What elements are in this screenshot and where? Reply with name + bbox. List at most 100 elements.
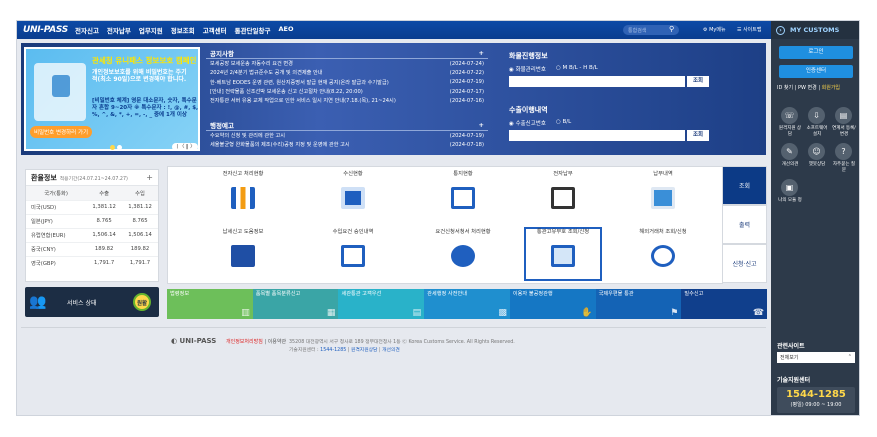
tab-application[interactable]: 신청·신고 xyxy=(723,244,767,283)
search-icon[interactable]: ⚲ xyxy=(669,25,674,33)
my-customs-panel: › MY CUSTOMS 로그인 인증센터 ID 찾기 | PW 변경 | 회원… xyxy=(771,21,859,415)
admin-notice-title: 행정예고 xyxy=(210,121,234,130)
nav-electronic-declaration[interactable]: 전자신고 xyxy=(75,25,99,35)
footer-contact: 기술지원센터 : 1544-1285 | 원격지원상담 | 개선의견 xyxy=(289,348,400,353)
service-electronic-payment[interactable]: 전자납부 xyxy=(524,171,602,209)
pie-chart-icon xyxy=(451,245,475,267)
bot-icon[interactable]: ☺ xyxy=(808,143,825,160)
plus-icon[interactable]: + xyxy=(146,173,153,182)
status-badge: 원활 xyxy=(133,293,151,311)
footer-remote-link[interactable]: 원격지원상담 xyxy=(351,348,377,353)
my-menu-label: My메뉴 xyxy=(709,27,726,33)
book-icon: ▥ xyxy=(241,308,250,318)
service-status-label: 서비스 상태 xyxy=(67,300,97,307)
campaign-banner[interactable]: 관세청 유니패스 정보보호 캠페인 개인정보보호를 위해 비밀번호는 주기적(최… xyxy=(24,47,200,151)
plus-icon[interactable]: + xyxy=(479,49,484,57)
related-sites-select[interactable]: 전체보기 ⌃ xyxy=(777,352,855,363)
table-row: 미국(USD) 1,381.12 1,381.12 xyxy=(26,199,158,214)
box-icon: ▦ xyxy=(326,308,336,318)
banner-title: 관세청 유니패스 정보보호 캠페인 xyxy=(92,56,197,65)
service-customs-code[interactable]: 통관고유부호 조회/신청 xyxy=(524,227,602,281)
headset-icon[interactable]: ☏ xyxy=(781,107,798,124)
terms-link[interactable]: 이용약관 xyxy=(268,339,286,345)
export-number-input[interactable] xyxy=(509,130,685,141)
edit-document-icon xyxy=(341,245,365,267)
my-customs-header: › MY CUSTOMS xyxy=(771,21,859,39)
service-tax-help[interactable]: 납세신고 도움정보 xyxy=(204,229,282,267)
shortcut-law-info[interactable]: 법령정보 ▥ xyxy=(167,289,253,319)
module-icon[interactable]: ▣ xyxy=(781,179,798,196)
cert-center-button[interactable]: 인증센터 xyxy=(779,65,853,78)
banner-dot[interactable] xyxy=(117,145,122,150)
notice-item[interactable]: 보세공장 보세운송 자동수리 요건 변경 (2024-07-24) xyxy=(206,59,488,68)
change-pw-link[interactable]: PW 변경 xyxy=(798,85,817,91)
plus-icon[interactable]: + xyxy=(479,121,484,129)
login-button[interactable]: 로그인 xyxy=(779,46,853,59)
footer-logo-text: UNI-PASS xyxy=(179,337,217,345)
tab-print[interactable]: 출력 xyxy=(723,205,767,244)
banner-dot[interactable] xyxy=(110,145,115,150)
shortcut-smuggling-report[interactable]: 밀수신고 ☎ xyxy=(681,289,768,319)
nav-aeo[interactable]: AEO xyxy=(279,25,294,35)
service-receive-status[interactable]: 수신현황 xyxy=(314,171,392,209)
unipass-logo[interactable]: UNI-PASS xyxy=(17,25,75,35)
shortcut-label: 밀수신고 xyxy=(684,291,704,297)
export-bl-radio[interactable]: B/L xyxy=(556,119,572,127)
export-search-button[interactable]: 조회 xyxy=(687,130,709,141)
service-overseas-partner[interactable]: 해외거래처 조회/신청 xyxy=(624,229,702,267)
notice-item[interactable]: 2024년 2/4분기 법규준수도 공개 및 의견제출 안내 (2024-07-2… xyxy=(206,68,488,77)
notice-item[interactable]: 한-베트남 EODES 운영 관련, 원산지증명서 발급 현재 공지(온라 발급… xyxy=(206,78,488,87)
nav-electronic-payment[interactable]: 전자납부 xyxy=(107,25,131,35)
admin-notice-item[interactable]: 수요약의 신청 및 관리에 관한 고시 (2024-07-19) xyxy=(206,131,488,140)
footer-feedback-link[interactable]: 개선의견 xyxy=(382,348,400,353)
privacy-policy-link[interactable]: 개인정보처리방침 xyxy=(226,339,263,345)
banner-controls[interactable]: ㅣ〈 ‖ 〉 xyxy=(172,143,198,151)
import-rate-cell: 1,381.12 xyxy=(122,199,158,214)
cargo-search-button[interactable]: 조회 xyxy=(687,76,709,87)
admin-notice-item[interactable]: 세율불균형 완화물품의 제조(수리)공정 지정 및 운영에 관한 고시 (2024… xyxy=(206,140,488,149)
my-menu-button[interactable]: ⚙ My메뉴 xyxy=(703,26,726,33)
export-rate-cell: 1,506.14 xyxy=(86,227,123,242)
cargo-number-input[interactable] xyxy=(509,76,685,87)
service-requirement-status[interactable]: 요건신청서청서 처리현황 xyxy=(424,229,502,267)
shortcut-label: 국제우편물 통관 xyxy=(598,291,634,297)
nav-info-inquiry[interactable]: 정보조회 xyxy=(171,25,195,35)
table-header-row: 국가(통화) 수출 수입 xyxy=(26,186,158,200)
currency-cell: 미국(USD) xyxy=(26,199,87,214)
question-icon[interactable]: ? xyxy=(835,143,852,160)
admin-notice-text: 수요약의 신청 및 관리에 관한 고시 xyxy=(210,133,286,140)
footer-phone: 1544-1285 xyxy=(320,348,347,353)
find-id-link[interactable]: ID 찾기 xyxy=(777,85,793,91)
shortcut-label: 세관통관 고객우선 xyxy=(341,291,382,297)
shortcut-unfair-practice[interactable]: 이용자 불공정관행 ✋ xyxy=(509,289,596,319)
export-rate-cell: 1,791.7 xyxy=(86,255,123,270)
chat-icon[interactable]: ✎ xyxy=(781,143,798,160)
shortcut-bar: 법령정보 ▥ 품목별 품목분류신고 ▦ 세관통관 고객우선 ▤ 관세행정 사전안내 ▩ … xyxy=(167,289,768,319)
tab-inquiry[interactable]: 조회 xyxy=(723,166,767,205)
service-payment-history[interactable]: 납부내역 xyxy=(624,171,702,209)
document-icon[interactable]: ▤ xyxy=(835,107,852,124)
shortcut-customer-priority[interactable]: 세관통관 고객우선 ▤ xyxy=(338,289,425,319)
cargo-option-radio[interactable]: 화물관리번호 xyxy=(509,65,546,73)
signup-link[interactable]: 회원가입 xyxy=(822,85,840,91)
change-password-button[interactable]: 비밀번호 변경하러 가기 xyxy=(30,126,93,138)
notice-item[interactable]: [안내] 전략물품 신조선박 보세운송 신고 신고절차 안내(8.22, 20:… xyxy=(206,87,488,96)
sitemap-button[interactable]: ☰ 사이트맵 xyxy=(737,26,761,33)
notice-item[interactable]: 전자통관 서버 유용 교체 작업으로 인한 서비스 일시 지연 안내(7.18.… xyxy=(206,96,488,105)
service-import-approval[interactable]: 수입요건 승인내역 xyxy=(314,229,392,267)
shortcut-intl-mail[interactable]: 국제우편물 통관 ⚑ xyxy=(595,289,682,319)
barcode-icon: ▤ xyxy=(412,308,422,318)
banner-pagination[interactable] xyxy=(110,145,122,150)
shortcut-classification[interactable]: 품목별 품목분류신고 ▦ xyxy=(252,289,339,319)
service-declaration-status[interactable]: 전자신고 처리현황 xyxy=(204,171,282,209)
bl-option-radio[interactable]: M B/L - H B/L xyxy=(556,65,598,73)
nav-single-window[interactable]: 통관단일창구 xyxy=(235,25,271,35)
export-rate-cell: 189.82 xyxy=(86,241,123,256)
service-label: 수신현황 xyxy=(343,171,363,177)
service-notice-status[interactable]: 통지현황 xyxy=(424,171,502,209)
export-number-radio[interactable]: 수출신고번호 xyxy=(509,119,546,127)
nav-customer-center[interactable]: 고객센터 xyxy=(203,25,227,35)
download-icon[interactable]: ⇩ xyxy=(808,107,825,124)
nav-work-support[interactable]: 업무지원 xyxy=(139,25,163,35)
shortcut-advance-notice[interactable]: 관세행정 사전안내 ▩ xyxy=(424,289,510,319)
